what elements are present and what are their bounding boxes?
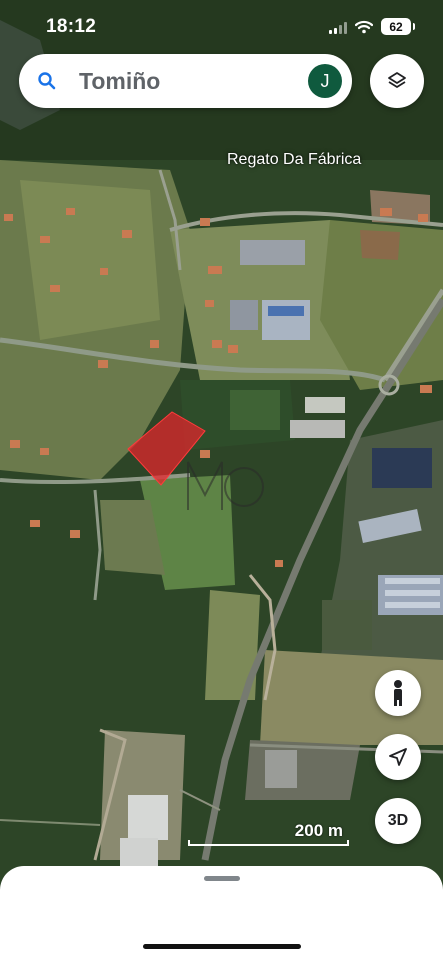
status-bar: 18:12 62 bbox=[0, 0, 443, 54]
wifi-icon bbox=[355, 20, 373, 33]
battery-indicator: 62 bbox=[381, 18, 415, 35]
3d-toggle-button[interactable]: 3D bbox=[375, 798, 421, 844]
layers-button[interactable] bbox=[370, 54, 424, 108]
scale-bar bbox=[188, 840, 349, 846]
my-location-button[interactable] bbox=[375, 734, 421, 780]
avatar-initial: J bbox=[320, 70, 330, 91]
scale-label: 200 m bbox=[294, 821, 343, 840]
3d-label: 3D bbox=[387, 812, 409, 829]
pegman-icon bbox=[394, 680, 402, 706]
navigation-arrow-icon bbox=[389, 748, 407, 766]
map-scale: 200 m bbox=[186, 818, 351, 848]
battery-level: 62 bbox=[389, 19, 403, 34]
search-icon bbox=[38, 72, 56, 90]
cellular-signal-icon bbox=[329, 20, 347, 34]
search-bar[interactable]: Tomiño J bbox=[19, 54, 352, 108]
account-avatar[interactable]: J bbox=[308, 64, 342, 98]
home-indicator[interactable] bbox=[143, 944, 301, 949]
status-time: 18:12 bbox=[46, 16, 97, 37]
search-query[interactable]: Tomiño bbox=[79, 68, 160, 95]
layers-icon bbox=[388, 72, 406, 88]
street-view-button[interactable] bbox=[375, 670, 421, 716]
sheet-drag-handle[interactable] bbox=[204, 876, 240, 881]
place-label[interactable]: Regato Da Fábrica bbox=[227, 151, 361, 169]
status-icons: 62 bbox=[329, 18, 415, 35]
